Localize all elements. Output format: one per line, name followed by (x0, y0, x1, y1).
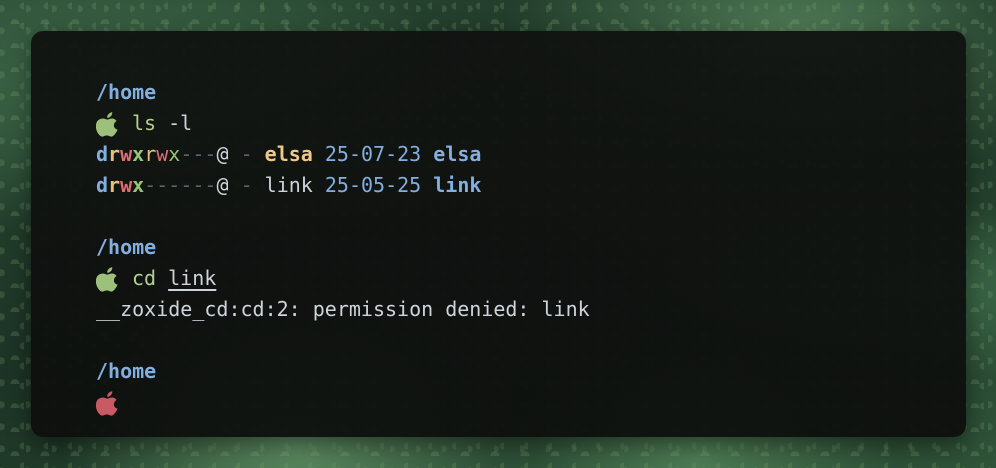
modified-date: 25-05-25 (324, 173, 422, 197)
size-dash: - (240, 173, 253, 197)
owner-name: link (264, 173, 313, 197)
command-args: -l (168, 111, 193, 135)
terminal-window[interactable]: /home ls -l d r w x r w x - - - @ - elsa 25-07-23 … (31, 31, 966, 437)
apple-icon (96, 111, 118, 137)
ls-output-row: d r w x r w x - - - @ - elsa 25-07-23 elsa (96, 139, 966, 170)
apple-icon (96, 390, 118, 416)
perm-char: - (180, 142, 193, 166)
owner-name: elsa (264, 142, 313, 166)
xattr-marker: @ (216, 173, 229, 197)
perm-char: r (108, 142, 121, 166)
cwd-path: /home (96, 235, 157, 259)
perm-char: - (144, 173, 157, 197)
perm-char: r (144, 142, 157, 166)
cwd-line: /home (96, 232, 966, 263)
perm-char: d (96, 173, 109, 197)
cwd-line: /home (96, 77, 966, 108)
perm-char: w (156, 142, 169, 166)
error-output: __zoxide_cd:cd:2: permission denied: lin… (96, 294, 966, 325)
entry-name: elsa (433, 142, 482, 166)
perm-char: - (192, 142, 205, 166)
perm-char: w (120, 173, 133, 197)
cwd-path: /home (96, 359, 157, 383)
perm-char: - (156, 173, 169, 197)
command-name: cd (132, 266, 157, 290)
xattr-marker: @ (216, 142, 229, 166)
perm-char: - (204, 173, 217, 197)
perm-char: w (120, 142, 133, 166)
perm-char: x (132, 142, 145, 166)
error-message: __zoxide_cd:cd:2: permission denied: lin… (96, 297, 590, 321)
ls-output-row: d r w x - - - - - - @ - link 25-05-25 link (96, 170, 966, 201)
cwd-line: /home (96, 356, 966, 387)
perm-char: r (108, 173, 121, 197)
perm-char: - (168, 173, 181, 197)
perm-char: x (168, 142, 181, 166)
perm-char: - (180, 173, 193, 197)
perm-char: - (204, 142, 217, 166)
prompt-line: cd link (96, 263, 966, 294)
prompt-line[interactable] (96, 387, 966, 418)
apple-icon (96, 266, 118, 292)
size-dash: - (240, 142, 253, 166)
entry-name: link (433, 173, 482, 197)
perm-char: - (192, 173, 205, 197)
perm-char: d (96, 142, 109, 166)
command-name: ls (132, 111, 157, 135)
command-args: link (168, 266, 217, 290)
cwd-path: /home (96, 80, 157, 104)
modified-date: 25-07-23 (324, 142, 422, 166)
perm-char: x (132, 173, 145, 197)
prompt-line: ls -l (96, 108, 966, 139)
